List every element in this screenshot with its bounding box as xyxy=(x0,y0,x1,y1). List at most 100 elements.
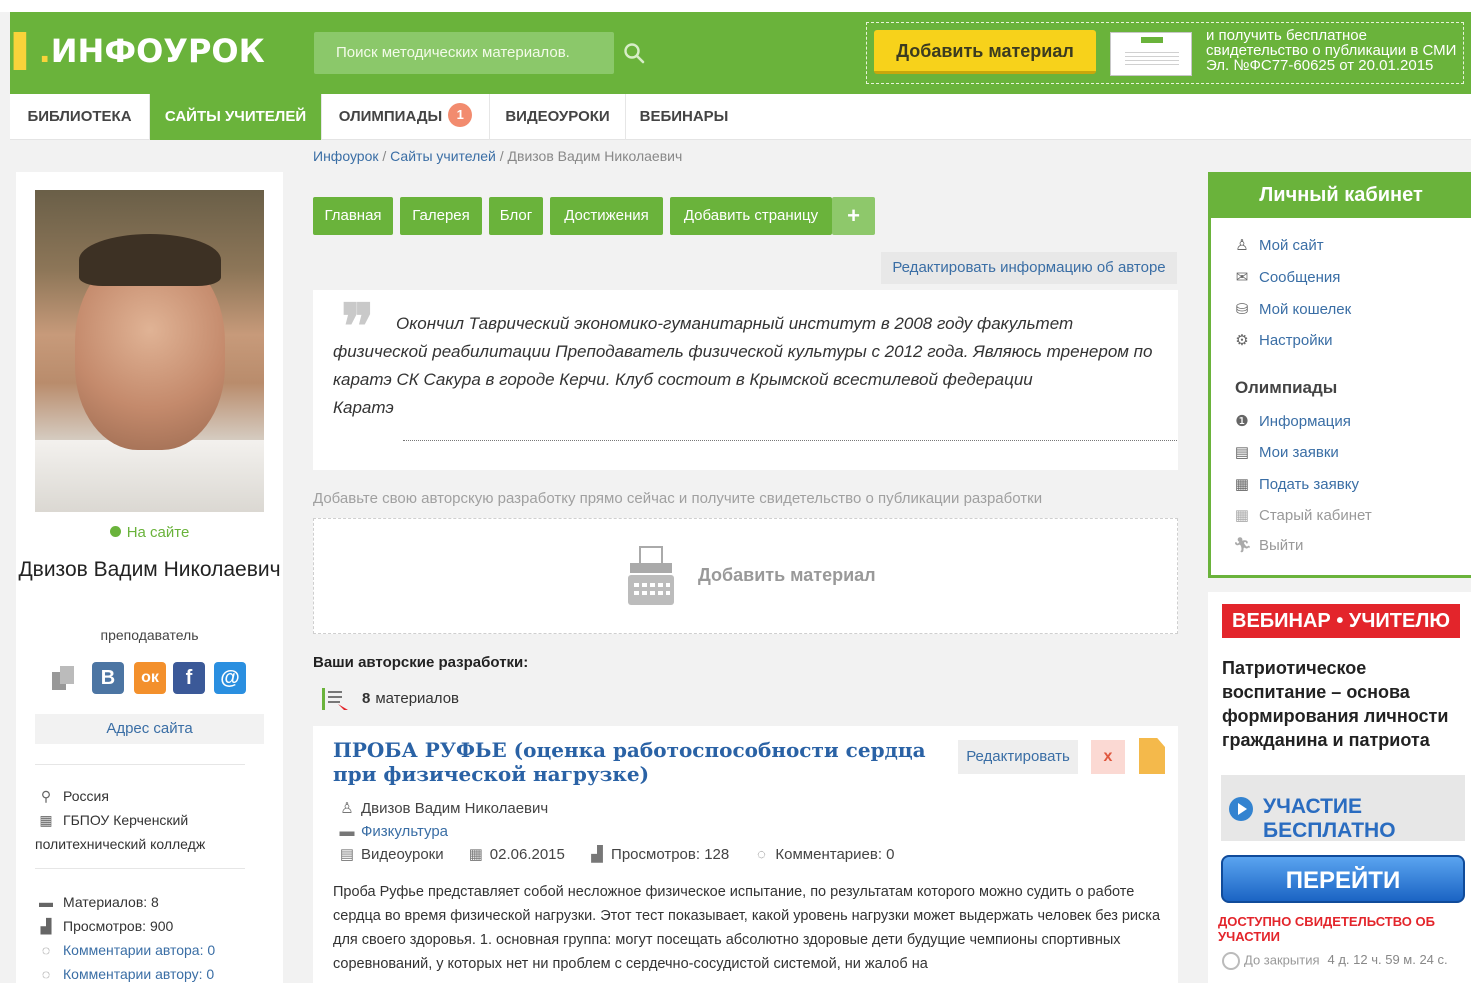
nav-videolessons[interactable]: ВИДЕОУРОКИ xyxy=(490,94,626,140)
dotted-divider xyxy=(403,440,1177,441)
cabinet-wallet[interactable]: ⛁ Мой кошелек xyxy=(1233,300,1351,320)
online-status: На сайте xyxy=(16,524,283,541)
breadcrumb-sites[interactable]: Сайты учителей xyxy=(390,148,496,164)
cabinet-messages-label: Сообщения xyxy=(1259,269,1341,286)
clipboard-icon: ▤ xyxy=(339,846,355,863)
divider xyxy=(35,764,245,765)
cabinet-settings[interactable]: ⚙ Настройки xyxy=(1233,331,1333,351)
edit-author-info-button[interactable]: Редактировать информацию об авторе xyxy=(881,252,1177,284)
search-icon[interactable] xyxy=(622,41,646,65)
search-input[interactable]: Поиск методических материалов. xyxy=(314,32,614,74)
webinar-title: Патриотическое воспитание – основа форми… xyxy=(1222,658,1449,750)
article-meta: ▤ Видеоуроки ▦ 02.06.2015 ▟ Просмотров: 128… xyxy=(337,844,895,866)
cabinet-my-site[interactable]: ♙ Мой сайт xyxy=(1233,236,1323,256)
nav-library[interactable]: БИБЛИОТЕКА xyxy=(10,94,150,140)
profile-photo xyxy=(35,190,264,512)
site-header: ▌.ИНФОУРОК Поиск методических материалов… xyxy=(10,12,1471,94)
about-body: Окончил Таврический экономико-гуманитарн… xyxy=(333,314,1153,389)
comment-icon: ◌ xyxy=(41,942,51,958)
tab-blog[interactable]: Блог xyxy=(489,197,543,235)
webinar-timer-value: 4 д. 12 ч. 59 м. 24 с. xyxy=(1327,952,1448,968)
online-status-label: На сайте xyxy=(126,524,190,541)
breadcrumb-home[interactable]: Инфоурок xyxy=(313,148,378,164)
form-icon: ▦ xyxy=(1234,476,1250,493)
location-icon: ⚲ xyxy=(40,788,52,804)
tab-gallery[interactable]: Галерея xyxy=(400,197,482,235)
article-title[interactable]: ПРОБА РУФЬЕ (оценка работоспособности се… xyxy=(333,738,943,786)
photo-hair xyxy=(79,234,221,286)
cabinet-info[interactable]: ❶ Информация xyxy=(1233,412,1351,432)
nav-olympiads[interactable]: ОЛИМПИАДЫ 1 xyxy=(322,94,490,140)
works-title: Ваши авторские разработки: xyxy=(313,654,529,671)
cabinet-old-cabinet[interactable]: ▦ Старый кабинет xyxy=(1233,506,1372,526)
odnoklassniki-icon[interactable]: ок xyxy=(134,662,166,694)
webinar-free-label: УЧАСТИЕ БЕСПЛАТНО xyxy=(1263,795,1396,842)
profile-country: ⚲ Россия xyxy=(35,784,109,808)
cabinet-info-label: Информация xyxy=(1259,413,1351,430)
file-icon[interactable] xyxy=(1139,738,1165,774)
add-material-dropzone[interactable]: Добавить материал xyxy=(313,518,1178,634)
certificate-thumbnail xyxy=(1110,32,1192,76)
add-page-plus-button[interactable]: + xyxy=(832,197,875,235)
country-label: Россия xyxy=(63,788,109,804)
cabinet-settings-label: Настройки xyxy=(1259,332,1333,349)
profile-name: Двизов Вадим Николаевич xyxy=(18,558,281,581)
webinar-ad[interactable]: ВЕБИНАР • УЧИТЕЛЮ Патриотическое воспита… xyxy=(1208,592,1471,983)
cabinet-logout[interactable]: 🏃︎ Выйти xyxy=(1233,536,1303,556)
cabinet-submit-request[interactable]: ▦ Подать заявку xyxy=(1233,475,1359,495)
works-count-label: материалов xyxy=(375,690,460,707)
breadcrumb-current: Двизов Вадим Николаевич xyxy=(507,148,683,164)
logo-mark: ▌. xyxy=(14,32,51,70)
clock-icon xyxy=(1222,952,1240,970)
main-nav: БИБЛИОТЕКА САЙТЫ УЧИТЕЛЕЙ ОЛИМПИАДЫ 1 ВИД… xyxy=(10,94,1471,140)
nav-teacher-sites[interactable]: САЙТЫ УЧИТЕЛЕЙ xyxy=(150,94,322,140)
profile-comments-to-author[interactable]: ◌ Комментарии автору: 0 xyxy=(35,962,214,983)
running-person-icon: 🏃︎ xyxy=(1233,537,1253,554)
article-card: ПРОБА РУФЬЕ (оценка работоспособности се… xyxy=(313,726,1178,983)
about-quote: ❞ Окончил Таврический экономико-гуманита… xyxy=(313,290,1178,470)
article-type: Видеоуроки xyxy=(361,846,444,863)
tab-main[interactable]: Главная xyxy=(313,197,393,235)
copy-icon[interactable] xyxy=(48,662,80,694)
profile-author-comments[interactable]: ◌ Комментарии автора: 0 xyxy=(35,938,215,962)
profile-org: ▦ ГБПОУ Керченский политехнический коллед… xyxy=(35,808,255,856)
online-dot-icon xyxy=(109,526,121,537)
tab-add-page[interactable]: Добавить страницу xyxy=(670,197,832,235)
user-icon: ♙ xyxy=(340,800,354,817)
comments-to-author-label: Комментарии автору: 0 xyxy=(63,966,215,982)
webinar-go-button[interactable]: ПЕРЕЙТИ xyxy=(1221,855,1465,903)
breadcrumb-sep: / xyxy=(382,148,387,164)
vk-icon[interactable]: В xyxy=(92,662,124,694)
cabinet-messages[interactable]: ✉ Сообщения xyxy=(1233,268,1341,288)
comment-icon: ◌ xyxy=(41,966,51,982)
personal-cabinet: Личный кабинет ♙ Мой сайт ✉ Сообщения ⛁ Мой… xyxy=(1208,172,1471,578)
article-author: ♙ Двизов Вадим Николаевич xyxy=(337,798,548,820)
mail-icon[interactable]: @ xyxy=(214,662,246,694)
article-edit-button[interactable]: Редактировать xyxy=(958,740,1078,774)
add-material-button[interactable]: Добавить материал xyxy=(874,30,1096,74)
nav-olympiads-label: ОЛИМПИАДЫ xyxy=(338,108,443,125)
article-delete-button[interactable]: x xyxy=(1091,740,1125,774)
comment-icon: ◌ xyxy=(756,846,766,863)
works-count-number: 8 xyxy=(362,690,371,707)
article-category-label: Физкультура xyxy=(361,823,449,840)
webinar-free-banner: УЧАСТИЕ БЕСПЛАТНО xyxy=(1221,775,1465,842)
olympiads-badge: 1 xyxy=(448,103,473,128)
webinar-tag: ВЕБИНАР • УЧИТЕЛЮ xyxy=(1222,604,1460,638)
facebook-icon[interactable]: f xyxy=(173,662,205,694)
about-text: Окончил Таврический экономико-гуманитарн… xyxy=(333,310,1153,422)
webinar-certificate-note: ДОСТУПНО СВИДЕТЕЛЬСТВО ОБ УЧАСТИИ xyxy=(1218,914,1435,944)
document-list-icon xyxy=(322,688,348,711)
site-logo[interactable]: ▌.ИНФОУРОК xyxy=(14,32,265,70)
site-address-link[interactable]: Адрес сайта xyxy=(35,714,264,744)
article-category[interactable]: ▬ Физкультура xyxy=(337,821,449,843)
webinar-timer-label: До закрытия xyxy=(1244,952,1320,968)
cabinet-my-requests[interactable]: ▤ Мои заявки xyxy=(1233,443,1339,463)
profile-role: преподаватель xyxy=(100,627,199,643)
upload-hint: Добавьте свою авторскую разработку прямо… xyxy=(313,490,1043,507)
profile-views: ▟ Просмотров: 900 xyxy=(35,914,174,938)
user-icon: ♙ xyxy=(1235,237,1249,254)
nav-webinars[interactable]: ВЕБИНАРЫ xyxy=(626,94,742,140)
about-last: Каратэ xyxy=(333,398,394,417)
tab-achievements[interactable]: Достижения xyxy=(550,197,663,235)
